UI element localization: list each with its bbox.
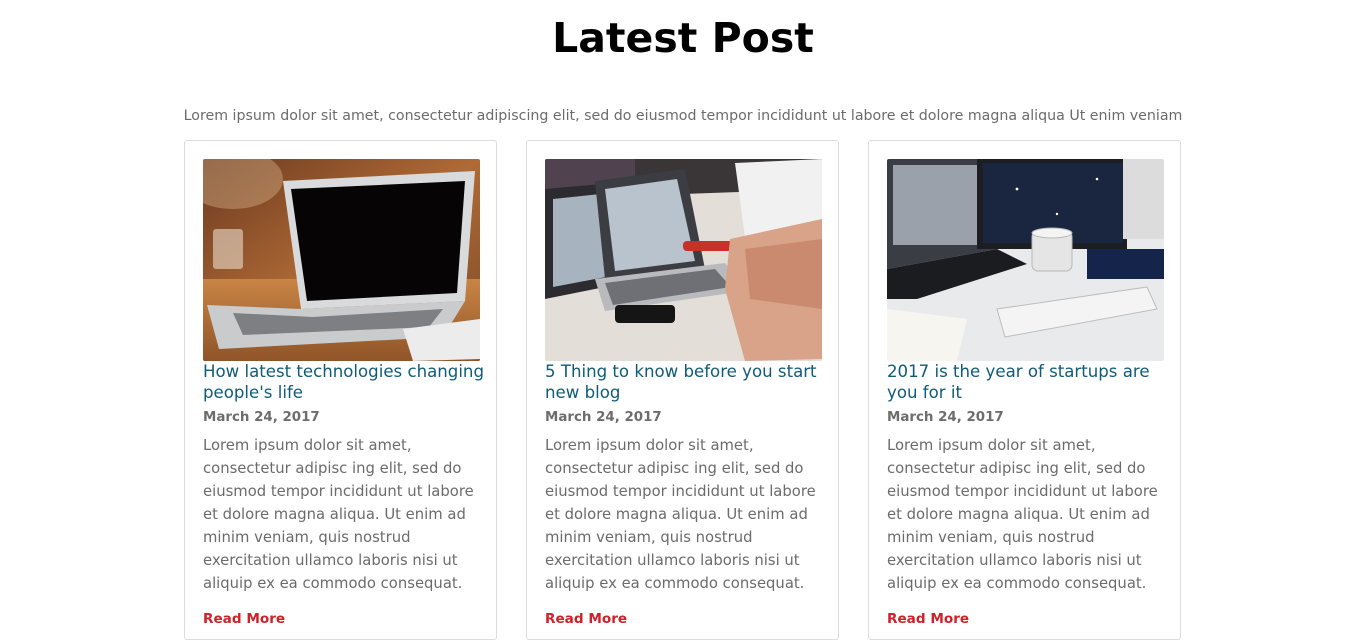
section-title: Latest Post xyxy=(552,14,814,62)
meeting-table-photo xyxy=(545,159,822,361)
post-title[interactable]: How latest technologies changing people'… xyxy=(203,361,487,403)
post-card: 2017 is the year of startups are you for… xyxy=(868,140,1181,640)
post-image-desk[interactable] xyxy=(887,159,1164,361)
post-title[interactable]: 5 Thing to know before you start new blo… xyxy=(545,361,829,403)
post-card: 5 Thing to know before you start new blo… xyxy=(526,140,839,640)
laptop-photo xyxy=(203,159,480,361)
post-image-meeting[interactable] xyxy=(545,159,822,361)
post-excerpt: Lorem ipsum dolor sit amet, consectetur … xyxy=(545,437,816,592)
post-date: March 24, 2017 xyxy=(545,410,662,425)
post-date: March 24, 2017 xyxy=(887,410,1004,425)
read-more-link[interactable]: Read More xyxy=(203,610,285,628)
read-more-link[interactable]: Read More xyxy=(887,610,969,628)
post-date: March 24, 2017 xyxy=(203,410,320,425)
section-subtitle: Lorem ipsum dolor sit amet, consectetur … xyxy=(183,108,1183,124)
post-title[interactable]: 2017 is the year of startups are you for… xyxy=(887,361,1171,403)
post-excerpt: Lorem ipsum dolor sit amet, consectetur … xyxy=(203,437,474,592)
post-card: How latest technologies changing people'… xyxy=(184,140,497,640)
post-image-laptop[interactable] xyxy=(203,159,480,361)
read-more-link[interactable]: Read More xyxy=(545,610,627,628)
desk-setup-photo xyxy=(887,159,1164,361)
post-excerpt: Lorem ipsum dolor sit amet, consectetur … xyxy=(887,437,1158,592)
